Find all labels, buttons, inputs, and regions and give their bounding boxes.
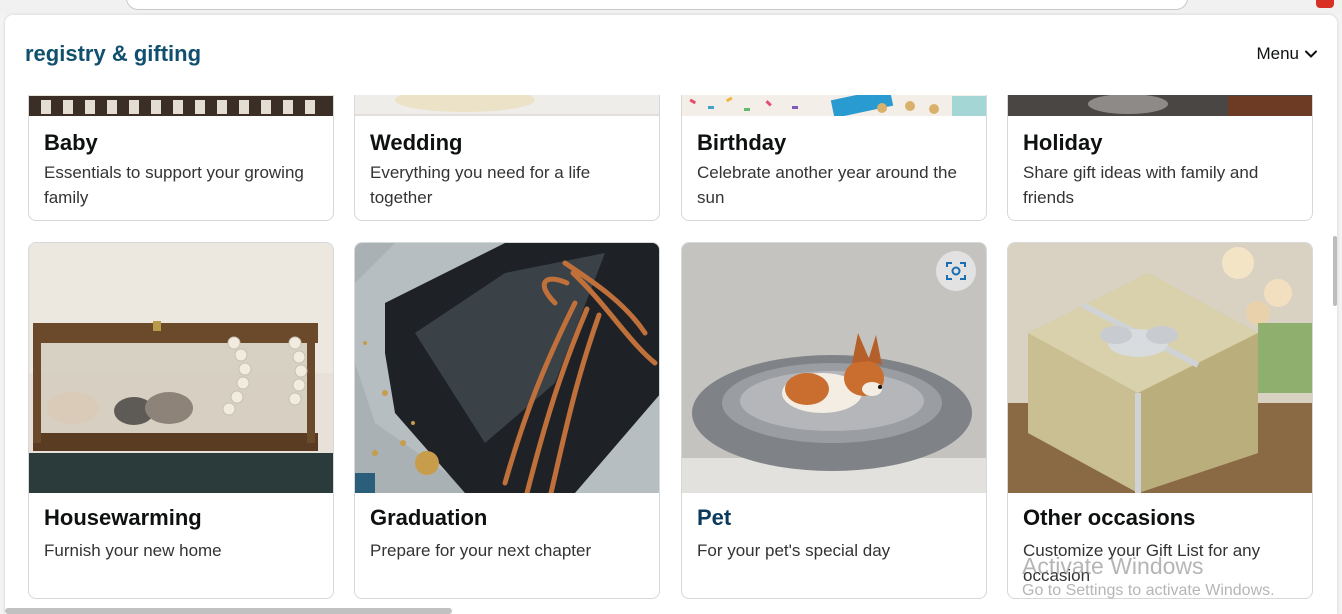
other-occasions-image	[1008, 243, 1312, 493]
housewarming-image	[29, 243, 333, 493]
card-holiday[interactable]: Holiday Share gift ideas with family and…	[1007, 95, 1313, 221]
horizontal-scrollbar[interactable]	[5, 608, 452, 614]
card-title: Baby	[44, 130, 98, 155]
browser-top-strip	[0, 0, 1342, 14]
card-graduation[interactable]: Graduation Prepare for your next chapter	[354, 242, 660, 599]
address-bar[interactable]	[126, 0, 1188, 10]
wedding-image	[355, 95, 659, 116]
card-title: Other occasions	[1023, 505, 1196, 530]
menu-button[interactable]: Menu	[1256, 44, 1319, 64]
card-description: Everything you need for a life together	[370, 163, 591, 207]
card-title: Housewarming	[44, 505, 202, 530]
registry-panel: registry & gifting Menu Baby Essentials …	[5, 15, 1337, 614]
holiday-image	[1008, 95, 1312, 116]
menu-label: Menu	[1256, 44, 1299, 63]
card-description: Share gift ideas with family and friends	[1023, 163, 1259, 207]
card-title: Wedding	[370, 130, 463, 155]
visual-search-icon	[946, 262, 966, 280]
card-baby[interactable]: Baby Essentials to support your growing …	[28, 95, 334, 221]
page-title: registry & gifting	[25, 41, 202, 66]
card-description: Furnish your new home	[44, 541, 222, 560]
vertical-scrollbar[interactable]	[1333, 236, 1337, 306]
card-housewarming[interactable]: Housewarming Furnish your new home	[28, 242, 334, 599]
visual-search-button[interactable]	[936, 251, 976, 291]
card-description: Customize your Gift List for any occasio…	[1023, 541, 1261, 585]
card-description: For your pet's special day	[697, 541, 891, 560]
card-title: Birthday	[697, 130, 787, 155]
card-description: Essentials to support your growing famil…	[44, 163, 304, 207]
birthday-image	[682, 95, 986, 116]
card-wedding[interactable]: Wedding Everything you need for a life t…	[354, 95, 660, 221]
card-pet[interactable]: Pet For your pet's special day	[681, 242, 987, 599]
chevron-down-icon	[1305, 50, 1317, 58]
card-other-occasions[interactable]: Other occasions Customize your Gift List…	[1007, 242, 1313, 599]
browser-extension-icon[interactable]	[1316, 0, 1334, 8]
card-description: Prepare for your next chapter	[370, 541, 592, 560]
card-title[interactable]: Pet	[697, 505, 731, 531]
card-description: Celebrate another year around the sun	[697, 163, 957, 207]
card-title: Holiday	[1023, 130, 1103, 155]
card-title: Graduation	[370, 505, 488, 530]
card-grid: Baby Essentials to support your growing …	[5, 95, 1337, 614]
graduation-image	[355, 243, 659, 493]
baby-image	[29, 95, 333, 116]
card-birthday[interactable]: Birthday Celebrate another year around t…	[681, 95, 987, 221]
